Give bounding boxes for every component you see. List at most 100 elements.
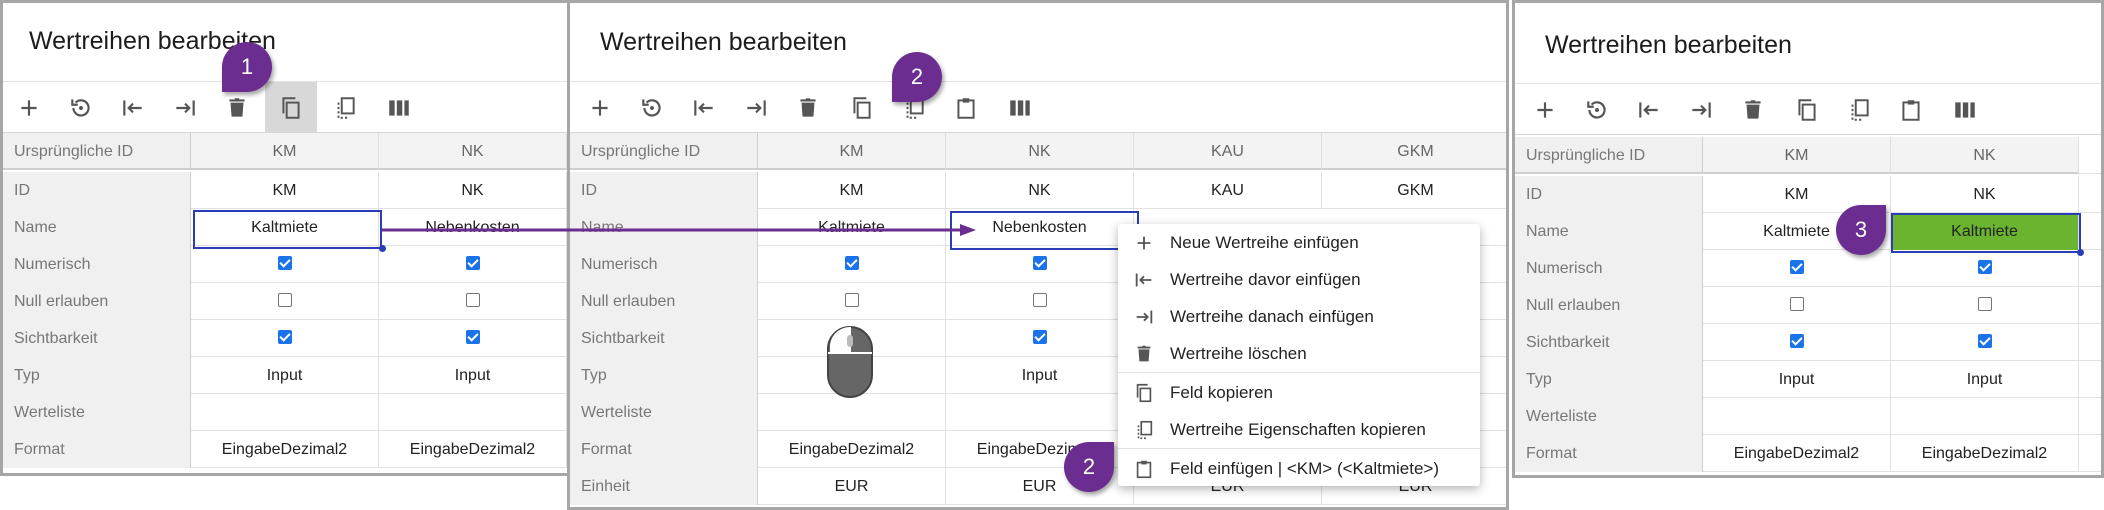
column-header[interactable]: NK (946, 133, 1134, 170)
checkbox-cell[interactable] (379, 320, 567, 357)
checkbox-cell[interactable] (1703, 250, 1891, 287)
name-cell-pasted[interactable]: Kaltmiete (1891, 213, 2079, 250)
add-button[interactable] (574, 82, 626, 134)
delete-button[interactable] (782, 82, 834, 134)
menu-item-new-series[interactable]: Neue Wertreihe einfügen (1118, 224, 1480, 261)
columns-button[interactable] (373, 82, 425, 134)
id-cell[interactable]: GKM (1322, 172, 1506, 209)
copy-props-button[interactable] (1833, 84, 1885, 136)
column-header[interactable]: NK (379, 133, 567, 170)
restore-button[interactable] (1571, 84, 1623, 136)
checkbox-checked[interactable] (277, 256, 292, 271)
menu-item-insert-before[interactable]: Wertreihe davor einfügen (1118, 261, 1480, 298)
checkbox-cell[interactable] (1891, 250, 2079, 287)
checkbox-unchecked[interactable] (465, 293, 480, 308)
menu-item-copy-field[interactable]: Feld kopieren (1118, 374, 1480, 411)
checkbox-unchecked[interactable] (1977, 297, 1992, 312)
insert-before-button[interactable] (678, 82, 730, 134)
column-header[interactable]: KAU (1134, 133, 1322, 170)
paste-button[interactable] (940, 82, 992, 134)
copy-field-button[interactable] (265, 82, 317, 134)
typ-cell[interactable]: Input (1703, 361, 1891, 398)
fill-handle[interactable] (379, 245, 386, 252)
delete-button[interactable] (1727, 84, 1779, 136)
checkbox-unchecked[interactable] (277, 293, 292, 308)
id-cell[interactable]: NK (946, 172, 1134, 209)
werteliste-cell[interactable] (1891, 398, 2079, 435)
menu-item-copy-props[interactable]: Wertreihe Eigenschaften kopieren (1118, 411, 1480, 448)
checkbox-cell[interactable] (191, 320, 379, 357)
column-header[interactable]: KM (191, 133, 379, 170)
einheit-cell[interactable]: EUR (758, 468, 946, 505)
name-cell-selected[interactable]: Kaltmiete (191, 209, 379, 246)
paste-button[interactable] (1885, 84, 1937, 136)
checkbox-unchecked[interactable] (1789, 297, 1804, 312)
checkbox-cell[interactable] (758, 283, 946, 320)
checkbox-checked[interactable] (1977, 334, 1992, 349)
insert-before-button[interactable] (1623, 84, 1675, 136)
checkbox-cell[interactable] (946, 320, 1134, 357)
checkbox-cell[interactable] (758, 246, 946, 283)
checkbox-unchecked[interactable] (1032, 293, 1047, 308)
checkbox-cell[interactable] (1703, 287, 1891, 324)
restore-button[interactable] (626, 82, 678, 134)
werteliste-cell[interactable] (946, 394, 1134, 431)
checkbox-cell[interactable] (946, 246, 1134, 283)
typ-cell[interactable]: Input (1891, 361, 2079, 398)
werteliste-cell[interactable] (379, 394, 567, 431)
checkbox-cell[interactable] (1891, 324, 2079, 361)
checkbox-checked[interactable] (1032, 256, 1047, 271)
typ-cell[interactable]: Input (191, 357, 379, 394)
checkbox-checked[interactable] (1977, 260, 1992, 275)
id-cell[interactable]: NK (379, 172, 567, 209)
checkbox-cell[interactable] (191, 246, 379, 283)
format-cell[interactable]: EingabeDezimal2 (1703, 435, 1891, 472)
checkbox-cell[interactable] (1703, 324, 1891, 361)
menu-item-insert-after[interactable]: Wertreihe danach einfügen (1118, 298, 1480, 335)
column-header[interactable]: NK (1891, 137, 2079, 174)
werteliste-cell[interactable] (191, 394, 379, 431)
checkbox-unchecked[interactable] (844, 293, 859, 308)
add-button[interactable] (3, 82, 55, 134)
checkbox-checked[interactable] (1032, 330, 1047, 345)
typ-cell[interactable]: Input (379, 357, 567, 394)
format-cell[interactable]: EingabeDezimal2 (758, 431, 946, 468)
columns-button[interactable] (1939, 84, 1991, 136)
insert-after-button[interactable] (159, 82, 211, 134)
checkbox-cell[interactable] (191, 283, 379, 320)
columns-button[interactable] (994, 82, 1046, 134)
format-cell[interactable]: EingabeDezimal2 (191, 431, 379, 468)
id-cell[interactable]: KM (191, 172, 379, 209)
insert-after-button[interactable] (730, 82, 782, 134)
werteliste-cell[interactable] (1703, 398, 1891, 435)
restore-button[interactable] (55, 82, 107, 134)
checkbox-checked[interactable] (1789, 334, 1804, 349)
checkbox-cell[interactable] (379, 246, 567, 283)
insert-after-button[interactable] (1675, 84, 1727, 136)
column-header[interactable]: KM (1703, 137, 1891, 174)
id-cell[interactable]: KAU (1134, 172, 1322, 209)
format-cell[interactable]: EingabeDezimal2 (1891, 435, 2079, 472)
werteliste-cell[interactable] (758, 394, 946, 431)
insert-before-button[interactable] (107, 82, 159, 134)
add-button[interactable] (1519, 84, 1571, 136)
copy-props-button[interactable] (319, 82, 371, 134)
format-cell[interactable]: EingabeDezimal2 (379, 431, 567, 468)
menu-item-paste-field[interactable]: Feld einfügen | <KM> (<Kaltmiete>) (1118, 450, 1480, 487)
copy-field-button[interactable] (1781, 84, 1833, 136)
checkbox-cell[interactable] (379, 283, 567, 320)
copy-field-button[interactable] (836, 82, 888, 134)
checkbox-checked[interactable] (465, 330, 480, 345)
checkbox-checked[interactable] (844, 256, 859, 271)
checkbox-cell[interactable] (946, 283, 1134, 320)
checkbox-checked[interactable] (465, 256, 480, 271)
id-cell[interactable]: NK (1891, 176, 2079, 213)
menu-item-delete[interactable]: Wertreihe löschen (1118, 335, 1480, 372)
checkbox-cell[interactable] (1891, 287, 2079, 324)
id-cell[interactable]: KM (758, 172, 946, 209)
typ-cell[interactable]: Input (946, 357, 1134, 394)
fill-handle[interactable] (2077, 249, 2084, 256)
column-header[interactable]: GKM (1322, 133, 1506, 170)
checkbox-checked[interactable] (277, 330, 292, 345)
checkbox-checked[interactable] (1789, 260, 1804, 275)
